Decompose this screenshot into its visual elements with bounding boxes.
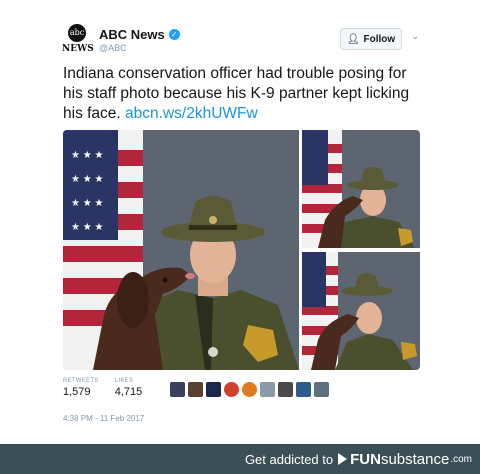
verified-badge-icon: ✓: [168, 29, 180, 40]
brand-substance: substance: [380, 450, 450, 468]
liker-avatar[interactable]: [206, 382, 222, 397]
liker-avatar[interactable]: [224, 382, 240, 397]
retweets-count: 1,579: [63, 386, 91, 398]
funsubstance-logo: FUN substance .com: [350, 451, 472, 468]
add-user-icon: 👤︎: [346, 33, 360, 45]
tweet-stats: RETWEETS 1,579 LIKES 4,715: [63, 378, 330, 406]
author-display-name[interactable]: ABC News: [99, 27, 165, 42]
avatar-news-text: NEWS: [62, 44, 94, 54]
likes-stat[interactable]: LIKES 4,715: [115, 378, 143, 398]
tweet-timestamp[interactable]: 4:38 PM - 11 Feb 2017: [63, 414, 144, 423]
liker-avatar[interactable]: [296, 382, 312, 397]
svg-text:★ ★ ★: ★ ★ ★: [71, 222, 103, 233]
retweets-label: RETWEETS: [63, 378, 99, 384]
svg-text:★ ★ ★: ★ ★ ★: [71, 198, 103, 209]
follow-button[interactable]: 👤︎ Follow: [340, 28, 402, 50]
tweet-link[interactable]: abcn.ws/2khUWFw: [125, 105, 258, 122]
liker-avatar[interactable]: [242, 382, 258, 397]
author-handle[interactable]: @ABC: [99, 43, 127, 53]
liker-avatar[interactable]: [170, 382, 186, 397]
svg-text:★ ★ ★: ★ ★ ★: [71, 150, 103, 161]
liker-avatar[interactable]: [314, 382, 330, 397]
retweets-stat[interactable]: RETWEETS 1,579: [63, 378, 99, 398]
chevron-down-icon[interactable]: ⌄: [411, 31, 419, 42]
abc-logo-icon: abc: [68, 24, 86, 42]
liker-avatar[interactable]: [278, 382, 294, 397]
tweet-media[interactable]: ★ ★ ★ ★ ★ ★ ★ ★ ★ ★ ★ ★: [63, 130, 420, 370]
follow-label: Follow: [363, 33, 396, 45]
svg-text:★ ★ ★: ★ ★ ★: [71, 174, 103, 185]
liker-avatar[interactable]: [260, 382, 276, 397]
main-photo[interactable]: ★ ★ ★ ★ ★ ★ ★ ★ ★ ★ ★ ★: [63, 130, 299, 370]
liker-avatar[interactable]: [188, 382, 204, 397]
funsubstance-footer[interactable]: Get addicted to FUN substance .com: [0, 444, 480, 474]
abc-news-avatar[interactable]: abc NEWS: [62, 24, 94, 54]
side-photo-top[interactable]: [302, 130, 420, 248]
brand-fun: FUN: [350, 450, 381, 468]
tweet-text: Indiana conservation officer had trouble…: [63, 64, 423, 124]
play-arrow-icon: [338, 453, 348, 465]
badge-icon: [208, 347, 218, 357]
liker-avatars: [170, 382, 330, 397]
likes-count: 4,715: [114, 386, 143, 398]
likes-label: LIKES: [114, 378, 134, 384]
photo-collage: ★ ★ ★ ★ ★ ★ ★ ★ ★ ★ ★ ★: [63, 130, 420, 370]
author-name-row[interactable]: ABC News ✓: [99, 27, 180, 42]
side-photo-bottom[interactable]: [302, 252, 420, 370]
footer-tagline: Get addicted to: [244, 451, 334, 467]
brand-com: .com: [450, 453, 472, 465]
tweet-card: abc NEWS ABC News ✓ @ABC 👤︎ Follow ⌄ Ind…: [0, 0, 480, 444]
